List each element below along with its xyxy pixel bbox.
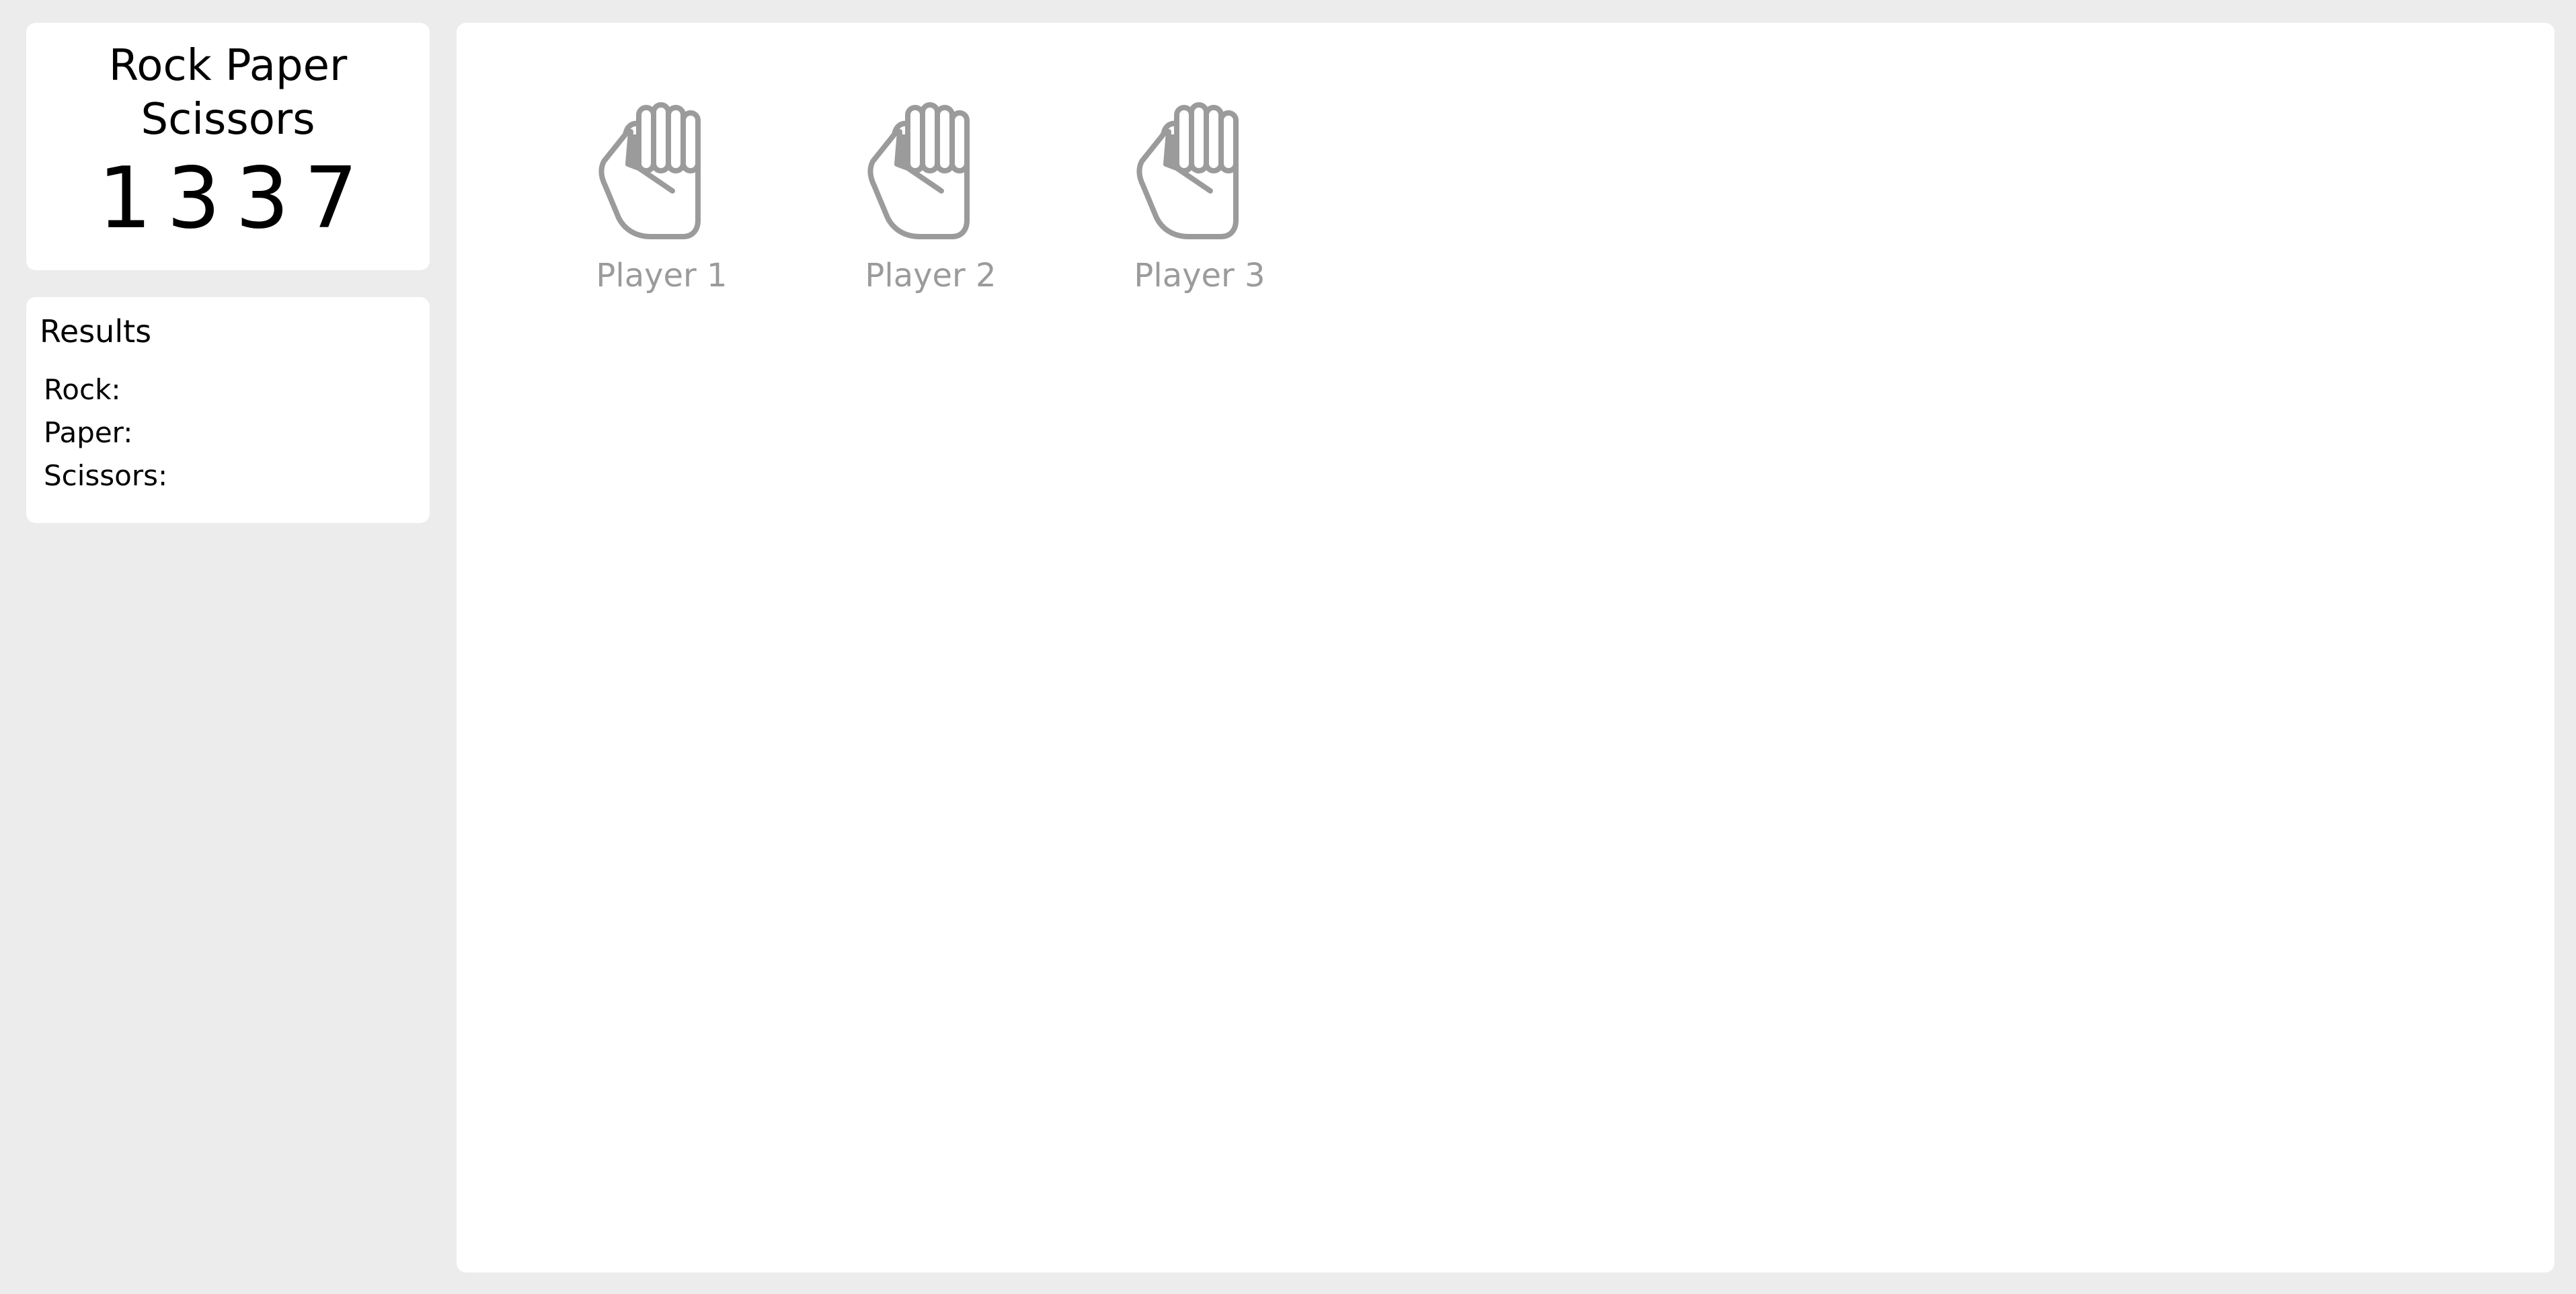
result-paper: Paper:	[44, 416, 133, 449]
player-label: Player 3	[1134, 257, 1265, 294]
result-scissors: Scissors:	[44, 459, 168, 492]
counter-display: 1337	[97, 149, 373, 247]
fist-icon	[867, 102, 970, 239]
results-heading: Results	[40, 313, 152, 350]
results-panel: Results Rock: Paper: Scissors:	[26, 297, 430, 523]
sidebar: Rock Paper Scissors 1337 Results Rock: P…	[26, 23, 430, 523]
game-area: Player 1 Player 2 Player 3	[457, 23, 2554, 1272]
player-3[interactable]: Player 3	[1065, 97, 1334, 296]
player-label: Player 1	[596, 257, 728, 294]
player-2[interactable]: Player 2	[796, 97, 1065, 296]
player-1[interactable]: Player 1	[527, 97, 796, 296]
title-card: Rock Paper Scissors 1337	[26, 23, 430, 270]
app-title: Rock Paper Scissors	[108, 41, 348, 145]
player-list: Player 1 Player 2 Player 3	[527, 97, 1334, 296]
result-rock: Rock:	[44, 373, 121, 406]
results-list: Rock: Paper: Scissors:	[40, 368, 416, 497]
player-label: Player 2	[865, 257, 997, 294]
fist-icon	[598, 102, 701, 239]
fist-icon	[1136, 102, 1239, 239]
